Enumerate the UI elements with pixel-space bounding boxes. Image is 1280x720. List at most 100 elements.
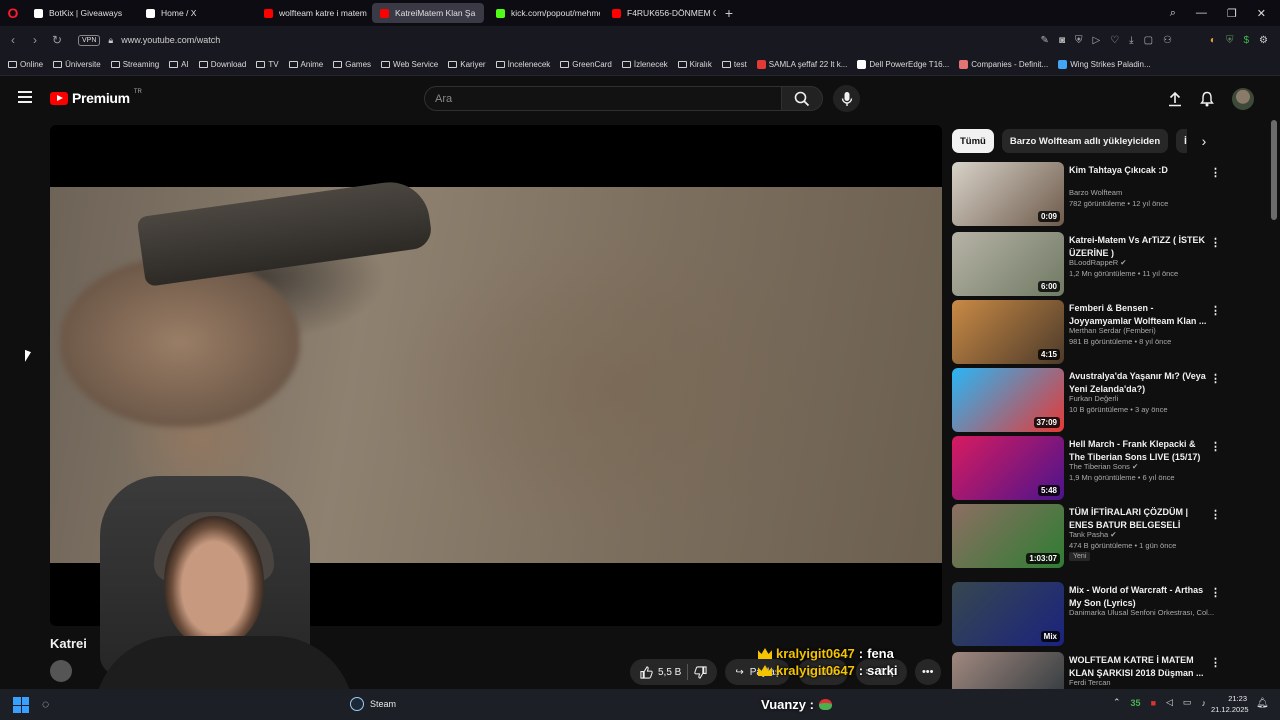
recommendation-item[interactable]: Mix Mix - World of Warcraft - Arthas My S…	[952, 582, 1222, 646]
close-icon[interactable]: ✕	[1257, 7, 1266, 20]
recommendation-item[interactable]: 0:09 Kim Tahtaya Çıkıcak :D Barzo Wolfteam…	[952, 162, 1222, 226]
more-options-icon[interactable]: ⋮	[1210, 440, 1221, 453]
video-thumbnail[interactable]: 4:15	[952, 300, 1064, 364]
youtube-logo[interactable]: Premium TR	[50, 89, 142, 106]
edit-icon[interactable]: ✎	[1041, 35, 1049, 46]
tray-network-icon[interactable]: ▭	[1183, 697, 1192, 708]
browser-tab[interactable]: kick.com/popout/mehme	[488, 3, 600, 23]
bookmark-item[interactable]: Games	[333, 60, 371, 69]
play-icon[interactable]: ▷	[1092, 35, 1100, 46]
taskbar-steam[interactable]: Steam	[350, 697, 396, 711]
bookmark-item[interactable]: TV	[256, 60, 279, 69]
taskbar-clock[interactable]: 21:23 21.12.2025	[1211, 693, 1249, 715]
heart-icon[interactable]: ♡	[1110, 35, 1119, 46]
recommendation-title[interactable]: Avustralya'da Yaşanır Mı? (Veya Yeni Zel…	[1069, 370, 1209, 395]
video-thumbnail[interactable]: 5:48	[952, 436, 1064, 500]
more-options-icon[interactable]: ⋮	[1210, 586, 1221, 599]
more-options-icon[interactable]: ⋮	[1210, 166, 1221, 179]
more-options-icon[interactable]: ⋮	[1210, 656, 1221, 669]
video-thumbnail[interactable]: 6:00	[952, 232, 1064, 296]
video-thumbnail[interactable]: 0:09	[952, 162, 1064, 226]
recommendation-item[interactable]: 37:09 Avustralya'da Yaşanır Mı? (Veya Yen…	[952, 368, 1222, 432]
page-scrollbar[interactable]	[1271, 120, 1277, 220]
recommendation-title[interactable]: Mix - World of Warcraft - Arthas My Son …	[1069, 584, 1209, 609]
more-options-icon[interactable]: ⋮	[1210, 372, 1221, 385]
recommendation-channel[interactable]: Merthan Serdar (Femberi)	[1069, 325, 1219, 336]
tray-volume-icon[interactable]: ♪	[1201, 698, 1206, 708]
browser-tab[interactable]: KatreiMatem Klan Şa	[372, 3, 484, 23]
camera-icon[interactable]: ◙	[1059, 35, 1065, 46]
bookmark-item[interactable]: Companies - Definit...	[959, 60, 1048, 69]
bookmark-item[interactable]: İzlenecek	[621, 60, 668, 69]
settings-icon[interactable]: ⚙	[1259, 35, 1268, 46]
tray-chevron-icon[interactable]: ⌃	[1113, 697, 1121, 708]
vpn-badge[interactable]: VPN	[78, 34, 101, 46]
recommendation-item[interactable]: 6:00 Katrei-Matem Vs ArTiZZ ( İSTEK ÜZERİ…	[952, 232, 1222, 296]
video-thumbnail[interactable]: Mix	[952, 582, 1064, 646]
search-button[interactable]	[781, 86, 823, 111]
search-input[interactable]: Ara	[424, 86, 782, 111]
browser-tab[interactable]: Home / X	[138, 3, 252, 23]
maximize-icon[interactable]: ❐	[1227, 7, 1237, 20]
tray-speaker-icon[interactable]: ◁	[1166, 697, 1173, 708]
download-icon[interactable]: ⤓	[1129, 35, 1133, 46]
account-avatar[interactable]	[1232, 88, 1254, 110]
new-tab-button[interactable]: +	[720, 4, 738, 22]
search-tabs-icon[interactable]: ⌕	[1170, 7, 1176, 20]
recommendation-title[interactable]: WOLFTEAM KATRE İ MATEM KLAN ŞARKISI 2018…	[1069, 654, 1209, 679]
recommendation-channel[interactable]: Furkan Değerli	[1069, 393, 1219, 404]
browser-tab[interactable]: wolfteam katre i matem	[256, 3, 368, 23]
bookmark-item[interactable]: Anime	[288, 60, 323, 69]
bookmark-item[interactable]: Üniversite	[53, 60, 101, 69]
bookmark-item[interactable]: Streaming	[110, 60, 159, 69]
windows-start-icon[interactable]	[13, 697, 29, 713]
bookmark-item[interactable]: Web Service	[381, 60, 438, 69]
shield-icon[interactable]: ⛨	[1075, 35, 1083, 46]
bookmark-item[interactable]: Download	[198, 60, 246, 69]
browser-tab[interactable]: F4RUK656-DÖNMEM GE	[604, 3, 716, 23]
person-icon[interactable]: ⚇	[1163, 35, 1172, 46]
recommendation-title[interactable]: Femberi & Bensen - Joyyamyamlar Wolfteam…	[1069, 302, 1209, 327]
recommendation-title[interactable]: Hell March - Frank Klepacki & The Tiberi…	[1069, 438, 1209, 463]
bookmark-item[interactable]: Kiralık	[677, 60, 712, 69]
notification-bell-icon[interactable]: 🔔︎	[1256, 698, 1269, 709]
bookmark-item[interactable]: test	[721, 60, 747, 69]
bookmark-item[interactable]: SAMLA şeffaf 22 lt k...	[756, 60, 847, 69]
bookmark-item[interactable]: Wing Strikes Paladin...	[1058, 60, 1151, 69]
filter-chip[interactable]: İlgili	[1176, 129, 1187, 153]
browser-tab[interactable]: BotKix | Giveaways	[26, 3, 134, 23]
recommendation-channel[interactable]: Barzo Wolfteam	[1069, 187, 1219, 198]
recommendation-item[interactable]: 5:48 Hell March - Frank Klepacki & The Ti…	[952, 436, 1222, 500]
lock-icon[interactable]: 🔒︎	[108, 35, 113, 46]
recommendation-channel[interactable]: Ferdi Tercan	[1069, 677, 1219, 688]
recommendation-channel[interactable]: The Tiberian Sons ✔	[1069, 461, 1219, 472]
recommendation-item[interactable]: 1:03:07 TÜM İFTİRALARI ÇÖZDÜM | ENES BATU…	[952, 504, 1222, 568]
notifications-bell-icon[interactable]	[1200, 91, 1214, 107]
recommendation-channel[interactable]: Tank Pasha ✔	[1069, 529, 1219, 540]
recommendation-channel[interactable]: Danimarka Ulusal Senfoni Orkestrası, Col…	[1069, 607, 1219, 618]
bookmark-item[interactable]: Dell PowerEdge T16...	[857, 60, 949, 69]
opera-logo-icon[interactable]: O	[0, 0, 26, 26]
recommendation-item[interactable]: 4:15 Femberi & Bensen - Joyyamyamlar Wolf…	[952, 300, 1222, 364]
bookmark-item[interactable]: Online	[8, 60, 43, 69]
more-options-icon[interactable]: ⋮	[1210, 508, 1221, 521]
bookmark-item[interactable]: İncelenecek	[495, 60, 550, 69]
url-field[interactable]: www.youtube.com/watch	[121, 35, 220, 45]
bookmark-item[interactable]: AI	[169, 60, 189, 69]
recommendation-title[interactable]: Kim Tahtaya Çıkıcak :D	[1069, 164, 1209, 177]
bookmark-item[interactable]: GreenCard	[560, 60, 612, 69]
recommendation-channel[interactable]: BLoodRappeR ✔	[1069, 257, 1219, 268]
recommendation-title[interactable]: TÜM İFTİRALARI ÇÖZDÜM | ENES BATUR BELGE…	[1069, 506, 1209, 531]
minimize-icon[interactable]: —	[1196, 7, 1207, 19]
shield-extension-icon[interactable]: ⛨	[1226, 35, 1234, 46]
taskbar-search-icon[interactable]: ◌	[42, 697, 49, 711]
bookmark-item[interactable]: Kariyer	[448, 60, 486, 69]
channel-avatar[interactable]	[50, 660, 72, 682]
video-thumbnail[interactable]: 37:09	[952, 368, 1064, 432]
thumbs-down-icon[interactable]	[694, 665, 707, 679]
tray-red-icon[interactable]: ■	[1151, 698, 1156, 708]
filter-chip[interactable]: Tümü	[952, 129, 994, 153]
filter-chip[interactable]: Barzo Wolfteam adlı yükleyiciden	[1001, 129, 1169, 153]
like-button[interactable]: 5,5 B	[640, 665, 681, 679]
more-options-icon[interactable]: ⋮	[1210, 304, 1221, 317]
